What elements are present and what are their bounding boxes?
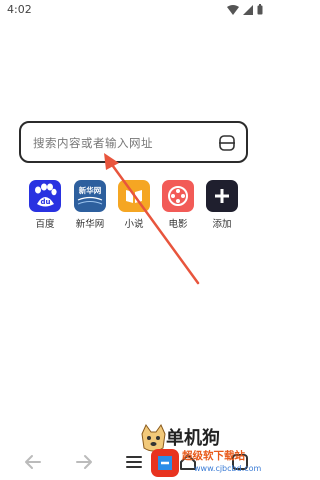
back-arrow-icon[interactable] — [21, 450, 45, 474]
reel-icon — [168, 186, 188, 206]
svg-text:du: du — [41, 198, 51, 206]
xinhua-logo-icon: 新华网 — [77, 185, 103, 205]
shortcut-novel[interactable]: 小说 — [114, 180, 154, 230]
watermark-title: 单机狗 — [166, 428, 220, 449]
shortcut-movie[interactable]: 电影 — [158, 180, 198, 230]
film-reel-icon — [162, 180, 194, 212]
open-book-icon — [126, 190, 142, 203]
site-logo-icon — [151, 449, 179, 477]
signal-icon — [243, 4, 253, 15]
plus-icon — [206, 180, 238, 212]
shortcut-grid: du 百度 新华网 新华网 小说 电影 添加 — [0, 180, 269, 230]
shortcut-label: 电影 — [168, 219, 188, 230]
battery-icon — [257, 4, 263, 15]
shortcut-label: 百度 — [35, 219, 55, 230]
shortcut-label: 新华网 — [75, 219, 105, 230]
annotation-arrow — [104, 153, 200, 285]
shortcut-add[interactable]: 添加 — [202, 180, 242, 230]
search-placeholder: 搜索内容或者输入网址 — [33, 136, 153, 150]
search-input[interactable]: 搜索内容或者输入网址 — [19, 121, 248, 163]
watermark-url: www.cjbcbd.com — [194, 464, 262, 473]
status-icons — [227, 4, 263, 15]
paw-icon: du — [35, 183, 57, 207]
book-icon — [118, 180, 150, 212]
shortcut-label: 小说 — [124, 219, 144, 230]
watermark-subtitle: 超级软下载站 — [182, 450, 245, 462]
wifi-icon — [227, 4, 239, 15]
shortcut-baidu[interactable]: du 百度 — [25, 180, 65, 230]
status-time: 4:02 — [7, 3, 32, 16]
watermark: 单机狗 超级软下载站 www.cjbcbd.com — [134, 420, 269, 480]
shortcut-xinhua[interactable]: 新华网 新华网 — [70, 180, 110, 230]
shortcut-label: 添加 — [212, 219, 232, 230]
forward-arrow-icon[interactable] — [72, 450, 96, 474]
scan-icon[interactable] — [218, 134, 236, 152]
xinhua-icon: 新华网 — [74, 180, 106, 212]
status-bar: 4:02 — [0, 0, 269, 20]
svg-text:新华网: 新华网 — [79, 185, 102, 195]
baidu-icon: du — [29, 180, 61, 212]
add-plus-icon — [215, 189, 229, 203]
